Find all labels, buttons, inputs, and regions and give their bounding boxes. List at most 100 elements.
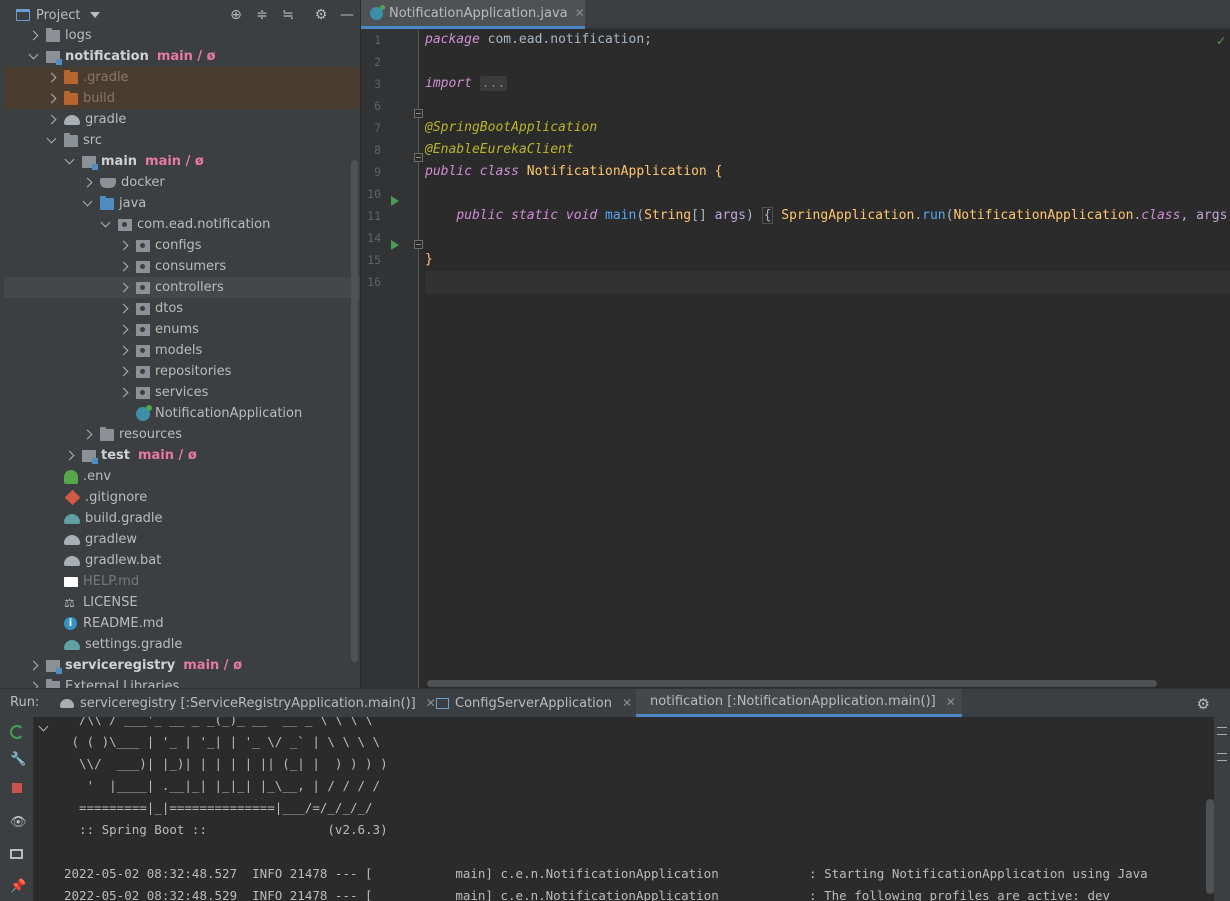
tree-item[interactable]: .gradle xyxy=(4,67,360,88)
gradle-icon xyxy=(64,114,80,125)
chevron-right-icon[interactable] xyxy=(118,303,130,315)
chevron-right-icon[interactable] xyxy=(82,429,94,441)
tree-item[interactable]: gradlew.bat xyxy=(4,550,360,571)
tree-item[interactable]: docker xyxy=(4,172,360,193)
run-tab-notification[interactable]: notification [:NotificationApplication.m… xyxy=(636,689,962,717)
tree-item[interactable]: src xyxy=(4,130,360,151)
tree-item[interactable]: notification main / ø xyxy=(4,46,360,67)
tree-item[interactable]: settings.gradle xyxy=(4,634,360,655)
run-tab-serviceregistry[interactable]: serviceregistry [:ServiceRegistryApplica… xyxy=(52,689,444,717)
tree-item[interactable]: models xyxy=(4,340,360,361)
stop-icon[interactable] xyxy=(12,783,22,793)
tree-item[interactable]: .env xyxy=(4,466,360,487)
tree-item[interactable]: gradlew xyxy=(4,529,360,550)
chevron-right-icon[interactable] xyxy=(46,114,58,126)
console-output[interactable]: /\\ / ___'_ __ _ _(_)_ __ __ _ \ \ \ \ (… xyxy=(64,717,1204,901)
tree-item[interactable]: java xyxy=(4,193,360,214)
code-area[interactable]: package com.ead.notification; import ... @… xyxy=(425,29,1230,688)
chevron-right-icon[interactable] xyxy=(28,681,40,689)
chevron-right-icon[interactable] xyxy=(82,177,94,189)
minimize-icon[interactable]: — xyxy=(339,7,355,23)
run-tab-configserver[interactable]: ConfigServerApplication ✕ xyxy=(428,689,640,717)
tree-item[interactable]: dtos xyxy=(4,298,360,319)
tree-item[interactable]: consumers xyxy=(4,256,360,277)
locate-icon[interactable]: ⊕ xyxy=(228,7,244,23)
chevron-right-icon[interactable] xyxy=(118,324,130,336)
code-line[interactable]: public static void main(String[] args) {… xyxy=(425,205,1230,227)
tree-item[interactable]: configs xyxy=(4,235,360,256)
code-line[interactable]: import ... xyxy=(425,73,508,95)
tree-item[interactable]: i README.md xyxy=(4,613,360,634)
project-title[interactable]: Project xyxy=(36,8,80,23)
chevron-down-icon[interactable] xyxy=(90,12,101,18)
collapse-all-icon[interactable]: ≒ xyxy=(280,7,296,23)
layout-icon[interactable] xyxy=(10,849,23,859)
chevron-right-icon[interactable] xyxy=(118,345,130,357)
chevron-right-icon[interactable] xyxy=(118,282,130,294)
code-line[interactable]: @EnableEurekaClient xyxy=(425,139,574,161)
tree-item[interactable]: enums xyxy=(4,319,360,340)
chevron-right-icon[interactable] xyxy=(28,660,40,672)
tree-item[interactable]: main main / ø xyxy=(4,151,360,172)
chevron-down-icon[interactable] xyxy=(100,219,112,231)
code-line[interactable]: package com.ead.notification; xyxy=(425,29,652,51)
tree-item[interactable]: HELP.md xyxy=(4,571,360,592)
editor-tab[interactable]: NotificationApplication.java ✕ xyxy=(361,0,585,29)
code-line[interactable]: @SpringBootApplication xyxy=(425,117,597,139)
project-scrollbar[interactable] xyxy=(351,160,358,662)
chevron-down-icon[interactable] xyxy=(82,198,94,210)
tree-item[interactable]: build.gradle xyxy=(4,508,360,529)
tree-item[interactable]: resources xyxy=(4,424,360,445)
chevron-right-icon[interactable] xyxy=(118,261,130,273)
expand-all-icon[interactable]: ≑ xyxy=(254,7,270,23)
close-icon[interactable]: ✕ xyxy=(946,695,956,709)
source-folder-icon xyxy=(100,195,114,210)
tree-item[interactable]: controllers xyxy=(4,277,360,298)
tree-item-label: services xyxy=(155,385,209,400)
code-line[interactable]: public class NotificationApplication { xyxy=(425,161,722,183)
tree-item[interactable]: serviceregistry main / ø xyxy=(4,655,360,676)
chevron-right-icon[interactable] xyxy=(118,366,130,378)
chevron-down-icon[interactable] xyxy=(38,721,49,732)
chevron-right-icon[interactable] xyxy=(46,93,58,105)
soft-wrap-icon[interactable] xyxy=(1217,727,1227,735)
chevron-right-icon[interactable] xyxy=(118,387,130,399)
tree-item[interactable]: External Libraries xyxy=(4,676,360,688)
tree-item[interactable]: logs xyxy=(4,25,360,46)
tree-item[interactable]: ⚖ LICENSE xyxy=(4,592,360,613)
scroll-to-end-icon[interactable] xyxy=(1217,753,1227,761)
run-gutter-icon[interactable] xyxy=(391,240,399,250)
gear-icon[interactable]: ⚙ xyxy=(1197,695,1210,713)
chevron-down-icon[interactable] xyxy=(46,135,58,147)
tree-item-label: docker xyxy=(121,175,165,190)
tree-item[interactable]: build xyxy=(4,88,360,109)
tree-item[interactable]: .gitignore xyxy=(4,487,360,508)
tree-item[interactable]: repositories xyxy=(4,361,360,382)
close-icon[interactable]: ✕ xyxy=(622,696,632,710)
fold-icon[interactable] xyxy=(414,240,423,249)
editor-horizontal-scrollbar[interactable] xyxy=(427,680,1157,687)
chevron-right-icon[interactable] xyxy=(64,450,76,462)
chevron-right-icon[interactable] xyxy=(28,30,40,42)
tree-item[interactable]: services xyxy=(4,382,360,403)
rerun-icon[interactable] xyxy=(10,725,24,739)
eye-icon[interactable]: 👁 xyxy=(10,815,27,830)
close-icon[interactable]: ✕ xyxy=(575,6,585,20)
chevron-right-icon[interactable] xyxy=(46,72,58,84)
folder-icon xyxy=(64,132,78,147)
chevron-down-icon[interactable] xyxy=(28,51,40,63)
code-line[interactable]: } xyxy=(425,249,433,271)
tree-item[interactable]: com.ead.notification xyxy=(4,214,360,235)
fold-icon[interactable] xyxy=(414,153,423,162)
pin-icon[interactable]: 📌 xyxy=(10,879,26,894)
wrench-icon[interactable]: 🔧 xyxy=(10,753,26,767)
console-scrollbar[interactable] xyxy=(1206,799,1214,894)
gear-icon[interactable]: ⚙ xyxy=(313,7,329,23)
fold-icon[interactable] xyxy=(414,109,423,118)
tree-item[interactable]: test main / ø xyxy=(4,445,360,466)
chevron-down-icon[interactable] xyxy=(64,156,76,168)
tree-item[interactable]: gradle xyxy=(4,109,360,130)
run-gutter-icon[interactable] xyxy=(391,196,399,206)
tree-item[interactable]: NotificationApplication xyxy=(4,403,360,424)
chevron-right-icon[interactable] xyxy=(118,240,130,252)
